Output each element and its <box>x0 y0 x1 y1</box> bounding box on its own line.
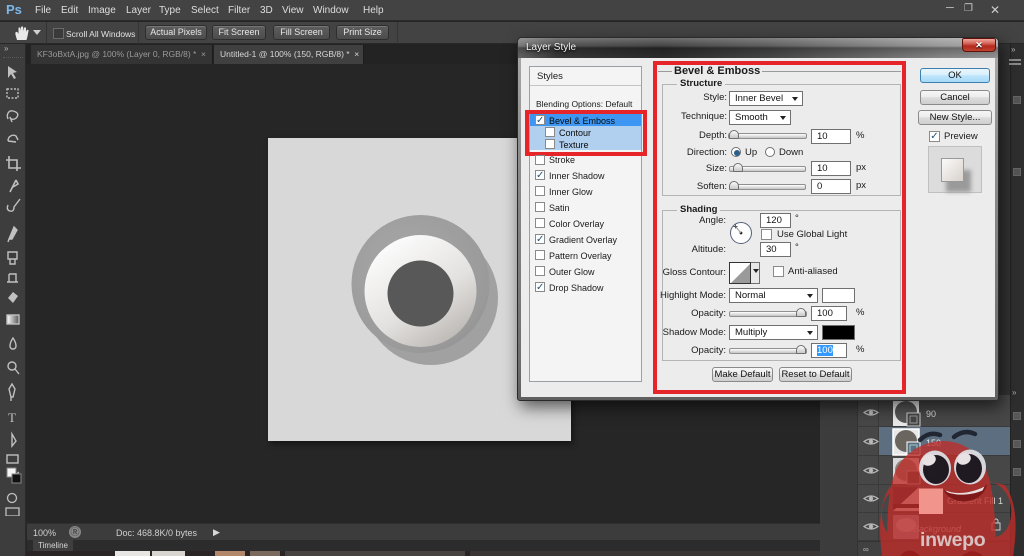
svg-text:90: 90 <box>926 409 936 419</box>
svg-text:inwepo: inwepo <box>920 529 986 551</box>
svg-text:T: T <box>8 410 16 425</box>
